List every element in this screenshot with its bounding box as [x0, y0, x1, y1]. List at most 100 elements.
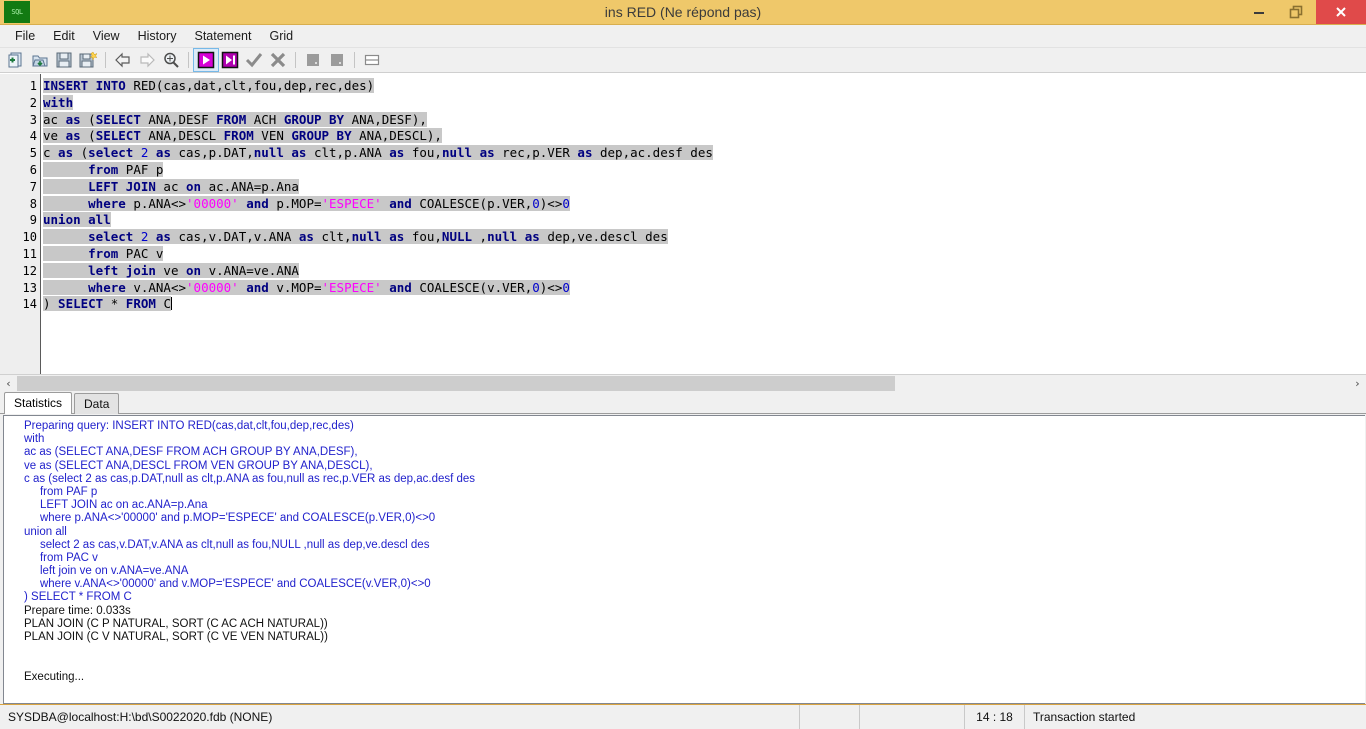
code-line[interactable]: where p.ANA<>'00000' and p.MOP='ESPECE' …: [41, 195, 1366, 213]
scroll-right-icon[interactable]: ›: [1349, 375, 1366, 392]
code-token: ): [43, 296, 51, 312]
text-caret: [170, 297, 172, 311]
code-token: as: [291, 229, 322, 245]
stop2-icon[interactable]: [325, 49, 349, 71]
code-line[interactable]: with: [41, 94, 1366, 112]
code-token: on: [186, 262, 202, 278]
menu-item-history[interactable]: History: [129, 26, 186, 46]
save-icon[interactable]: [52, 49, 76, 71]
output-panel-wrapper: Preparing query: INSERT INTO RED(cas,dat…: [0, 414, 1366, 704]
code-token: fou,: [411, 229, 442, 245]
history-back-icon[interactable]: [111, 49, 135, 71]
code-token: union all: [43, 212, 111, 228]
menu-item-grid[interactable]: Grid: [260, 26, 302, 46]
code-line[interactable]: c as (select 2 as cas,p.DAT,null as clt,…: [41, 145, 1366, 162]
code-token: and: [389, 279, 412, 295]
code-token: 'ESPECE': [321, 279, 382, 295]
menu-item-edit[interactable]: Edit: [44, 26, 84, 46]
code-token: null: [253, 145, 284, 161]
code-token: '00000': [186, 195, 239, 211]
code-token: ac.ANA=p.Ana: [201, 178, 299, 194]
code-token: ANA,DESCL: [140, 128, 224, 144]
code-token: as: [569, 145, 600, 161]
code-token: and: [246, 279, 269, 295]
code-token: with: [43, 94, 74, 110]
line-number: 4: [29, 129, 37, 144]
code-line[interactable]: from PAF p: [41, 161, 1366, 179]
code-token: and: [389, 195, 412, 211]
code-line[interactable]: ve as (SELECT ANA,DESCL FROM VEN GROUP B…: [41, 128, 1366, 145]
code-token: null: [487, 229, 518, 245]
commit-icon[interactable]: [242, 49, 266, 71]
code-token: ANA,DESF: [140, 111, 217, 127]
tab-statistics[interactable]: Statistics: [4, 392, 73, 414]
code-token: p.ANA<>: [125, 195, 187, 211]
code-line[interactable]: union all: [41, 212, 1366, 229]
line-number: 10: [22, 230, 37, 245]
execute-script-icon[interactable]: [218, 49, 242, 71]
scrollbar-track[interactable]: [17, 376, 1349, 391]
code-token: LEFT JOIN: [88, 178, 156, 194]
line-number: 14: [22, 297, 37, 312]
close-button[interactable]: [1316, 0, 1366, 24]
title-bar: SQL ins RED (Ne répond pas): [0, 0, 1366, 25]
code-token: from: [88, 161, 119, 177]
toolbar-separator: [105, 52, 106, 68]
save-as-icon[interactable]: [76, 49, 100, 71]
status-connection: SYSDBA@localhost:H:\bd\S0022020.fdb (NON…: [0, 705, 800, 729]
code-token: FROM: [216, 111, 247, 127]
stop-icon[interactable]: [301, 49, 325, 71]
code-line[interactable]: left join ve on v.ANA=ve.ANA: [41, 262, 1366, 280]
toolbar-separator: [354, 52, 355, 68]
code-token: NULL: [441, 229, 473, 245]
restore-button[interactable]: [1278, 0, 1316, 24]
code-token: dep,ac.desf des: [600, 145, 713, 161]
output-line: with: [24, 433, 45, 446]
line-number: 1: [29, 79, 37, 93]
code-token: SELECT: [95, 111, 141, 127]
execute-icon[interactable]: [193, 48, 219, 72]
scroll-left-icon[interactable]: ‹: [0, 375, 17, 392]
code-line[interactable]: where v.ANA<>'00000' and v.MOP='ESPECE' …: [41, 279, 1366, 297]
editor-horizontal-scrollbar[interactable]: ‹ ›: [0, 374, 1366, 392]
split-view-icon[interactable]: [360, 49, 384, 71]
tab-data[interactable]: Data: [74, 393, 120, 414]
rollback-icon[interactable]: [266, 49, 290, 71]
statistics-output[interactable]: Preparing query: INSERT INTO RED(cas,dat…: [3, 415, 1365, 704]
code-line[interactable]: from PAC v: [41, 245, 1366, 263]
code-token: clt,: [321, 229, 352, 245]
output-line: ac as (SELECT ANA,DESF FROM ACH GROUP BY…: [24, 446, 358, 459]
output-line: ) SELECT * FROM C: [24, 591, 132, 604]
output-line: Prepare time: 0.033s: [24, 604, 131, 617]
code-token: as: [283, 145, 314, 161]
code-line[interactable]: ) SELECT * FROM C: [41, 296, 1366, 313]
find-icon[interactable]: [159, 49, 183, 71]
menu-item-view[interactable]: View: [84, 26, 129, 46]
new-query-icon[interactable]: [4, 49, 28, 71]
code-line[interactable]: select 2 as cas,v.DAT,v.ANA as clt,null …: [41, 229, 1366, 246]
code-line[interactable]: LEFT JOIN ac on ac.ANA=p.Ana: [41, 178, 1366, 196]
code-token: SELECT: [50, 296, 111, 312]
code-token: ac: [43, 111, 59, 127]
code-token: v.MOP=: [268, 279, 322, 295]
editor-code-area[interactable]: INSERT INTO RED(cas,dat,clt,fou,dep,rec,…: [41, 74, 1366, 374]
app-icon: SQL: [4, 1, 30, 23]
code-line[interactable]: INSERT INTO RED(cas,dat,clt,fou,dep,rec,…: [41, 78, 1366, 95]
menu-item-file[interactable]: File: [6, 26, 44, 46]
history-forward-icon[interactable]: [135, 49, 159, 71]
code-line[interactable]: ac as (SELECT ANA,DESF FROM ACH GROUP BY…: [41, 111, 1366, 129]
menu-item-statement[interactable]: Statement: [185, 26, 260, 46]
line-number: 11: [22, 246, 37, 261]
status-field-2: [800, 705, 860, 729]
line-number: 2: [29, 95, 37, 110]
code-token: ve: [43, 128, 59, 144]
code-token: COALESCE(p.VER,: [411, 195, 533, 211]
minimize-button[interactable]: [1240, 0, 1278, 24]
sql-editor[interactable]: 1 2 3 4 5 6 7 8 9 10 11 12 13 14 INSERT INTO RED(cas,…: [0, 73, 1366, 374]
scrollbar-thumb[interactable]: [17, 376, 895, 391]
status-bar: SYSDBA@localhost:H:\bd\S0022020.fdb (NON…: [0, 704, 1366, 729]
open-file-icon[interactable]: [28, 49, 52, 71]
